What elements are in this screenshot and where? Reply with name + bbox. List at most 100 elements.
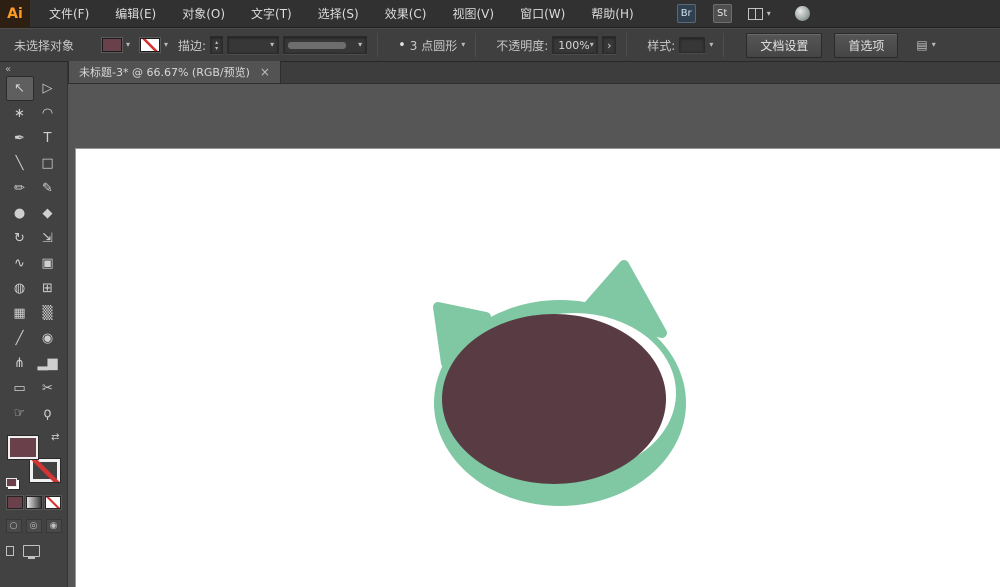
color-button[interactable] xyxy=(6,496,23,509)
draw-inside-button[interactable]: ◉ xyxy=(45,519,62,533)
style-swatch-dropdown[interactable] xyxy=(679,37,706,53)
drawing-modes-row: ○ ◎ ◉ xyxy=(0,519,67,533)
draw-normal-button[interactable]: ○ xyxy=(5,519,22,533)
chevron-right-icon: › xyxy=(607,38,612,52)
chevron-down-icon: ▾ xyxy=(126,40,131,49)
none-slash-icon xyxy=(29,459,60,482)
arrange-documents-button[interactable]: ▾ xyxy=(747,7,771,20)
menubar: Ai 文件(F) 编辑(E) 对象(O) 文字(T) 选择(S) 效果(C) 视图(V) 窗口… xyxy=(0,0,1000,28)
stepper-up-icon[interactable]: ▴ xyxy=(215,39,218,45)
eyedropper-tool[interactable]: ╱ xyxy=(6,326,34,351)
scale-tool[interactable]: ⇲ xyxy=(34,226,62,251)
blend-tool[interactable]: ◉ xyxy=(34,326,62,351)
none-button[interactable] xyxy=(44,496,61,509)
slice-tool[interactable]: ✂ xyxy=(34,376,62,401)
canvas[interactable] xyxy=(68,84,1000,587)
app-swirl-icon[interactable] xyxy=(794,6,810,21)
chevron-down-icon: ▾ xyxy=(270,40,275,49)
stroke-color-dropdown[interactable]: ▾ xyxy=(140,38,168,52)
artboard[interactable] xyxy=(75,148,1000,587)
perspective-grid-tool[interactable]: ⊞ xyxy=(34,276,62,301)
stepper-down-icon[interactable]: ▾ xyxy=(215,45,218,51)
eraser-tool[interactable]: ◆ xyxy=(34,201,62,226)
fill-swatch[interactable] xyxy=(7,436,38,459)
gradient-tool[interactable]: ▒ xyxy=(34,301,62,326)
menu-item-window[interactable]: 窗口(W) xyxy=(507,0,578,28)
pen-tool[interactable]: ✒ xyxy=(6,126,34,151)
grid-icon xyxy=(747,7,763,20)
menu-item-edit[interactable]: 编辑(E) xyxy=(102,0,169,28)
stroke-weight-combo[interactable]: ▾ xyxy=(227,36,280,54)
rectangle-tool[interactable]: □ xyxy=(34,151,62,176)
blob-brush-tool[interactable]: ● xyxy=(6,201,34,226)
rotate-tool[interactable]: ↻ xyxy=(6,226,34,251)
free-transform-tool[interactable]: ▣ xyxy=(34,251,62,276)
fill-color-dropdown[interactable]: ▾ xyxy=(102,38,130,52)
control-bar: 未选择对象 ▾ ▾ 描边: ▴ ▾ ▾ ▾ • 3 点圆形 ▾ 不透明度: 10… xyxy=(0,28,1000,62)
stroke-swatch[interactable] xyxy=(29,459,60,482)
menu-item-effect[interactable]: 效果(C) xyxy=(372,0,440,28)
document-icon xyxy=(6,546,14,556)
main-area: « ↖ ▷ ∗ ◠ ✒ T ╲ □ ✏ ✎ ● ◆ ↻ ⇲ ∿ ▣ ◍ ⊞ ▦ ▒ ╱ ◉ ⋔ ▂▆ ▭ ✂ ☞ ϙ ⇄ ○ ◎ ◉ 未标… xyxy=(0,61,1000,587)
fill-color-swatch[interactable] xyxy=(102,38,123,52)
magic-wand-tool[interactable]: ∗ xyxy=(6,101,34,126)
cat-head-artwork[interactable] xyxy=(432,253,692,508)
app-logo: Ai xyxy=(0,0,30,28)
menu-item-help[interactable]: 帮助(H) xyxy=(578,0,646,28)
document-setup-button[interactable]: 文档设置 xyxy=(746,32,823,58)
paintbrush-tool[interactable]: ✏ xyxy=(6,176,34,201)
document-tab-title: 未标题-3* @ 66.67% (RGB/预览) xyxy=(79,66,250,79)
opacity-input[interactable]: 100% ▾ xyxy=(552,36,599,54)
lasso-tool[interactable]: ◠ xyxy=(34,101,62,126)
column-graph-tool[interactable]: ▂▆ xyxy=(34,351,62,376)
opacity-value: 100% xyxy=(558,38,590,52)
screen-mode-button[interactable] xyxy=(23,545,40,559)
menu-item-view[interactable]: 视图(V) xyxy=(439,0,507,28)
opacity-panel-button[interactable]: › xyxy=(602,36,617,54)
menu-item-file[interactable]: 文件(F) xyxy=(36,0,102,28)
artboard-tool[interactable]: ▭ xyxy=(6,376,34,401)
preferences-button[interactable]: 首选项 xyxy=(834,32,899,58)
stroke-weight-group: 描边: ▴ ▾ ▾ ▾ xyxy=(178,36,368,54)
hand-tool[interactable]: ☞ xyxy=(6,401,34,426)
brush-definition-dropdown[interactable]: • 3 点圆形 ▾ xyxy=(398,37,465,54)
width-tool[interactable]: ∿ xyxy=(6,251,34,276)
selection-tool[interactable]: ↖ xyxy=(5,76,34,101)
tools-panel: « ↖ ▷ ∗ ◠ ✒ T ╲ □ ✏ ✎ ● ◆ ↻ ⇲ ∿ ▣ ◍ ⊞ ▦ ▒ ╱ ◉ ⋔ ▂▆ ▭ ✂ ☞ ϙ ⇄ ○ ◎ ◉ xyxy=(0,62,68,587)
gradient-button[interactable] xyxy=(25,496,42,509)
close-icon[interactable]: × xyxy=(260,65,270,79)
swap-fill-stroke-icon[interactable]: ⇄ xyxy=(51,432,59,443)
tab-bar: 未标题-3* @ 66.67% (RGB/预览) × xyxy=(68,61,1000,84)
chevron-down-icon: ▾ xyxy=(931,40,936,49)
draw-behind-button[interactable]: ◎ xyxy=(25,519,42,533)
panel-dock-button[interactable]: ▤ ▾ xyxy=(916,38,935,52)
mesh-tool[interactable]: ▦ xyxy=(6,301,34,326)
stroke-none-swatch[interactable] xyxy=(140,38,161,52)
opacity-label: 不透明度: xyxy=(496,38,549,53)
bridge-badge[interactable]: Br xyxy=(676,4,696,23)
maroon-ellipse[interactable] xyxy=(442,314,666,484)
stroke-weight-stepper[interactable]: ▴ ▾ xyxy=(210,36,224,54)
style-label: 样式: xyxy=(647,38,676,53)
collapse-panel-icon[interactable]: « xyxy=(5,64,11,75)
pencil-tool[interactable]: ✎ xyxy=(34,176,62,201)
fill-stroke-cluster: ⇄ xyxy=(5,432,62,487)
chevron-down-icon: ▾ xyxy=(164,40,169,49)
type-tool[interactable]: T xyxy=(34,126,62,151)
menu-item-object[interactable]: 对象(O) xyxy=(169,0,238,28)
default-fill-stroke-icon[interactable] xyxy=(5,478,17,487)
document-tab[interactable]: 未标题-3* @ 66.67% (RGB/预览) × xyxy=(68,61,281,83)
document-area: 未标题-3* @ 66.67% (RGB/预览) × xyxy=(68,61,1000,587)
menu-item-type[interactable]: 文字(T) xyxy=(238,0,305,28)
line-tool[interactable]: ╲ xyxy=(6,151,34,176)
shape-builder-tool[interactable]: ◍ xyxy=(6,276,34,301)
stroke-label: 描边: xyxy=(178,38,207,53)
width-profile-dropdown[interactable]: ▾ xyxy=(283,36,368,54)
menu-item-select[interactable]: 选择(S) xyxy=(305,0,372,28)
divider xyxy=(475,33,477,57)
zoom-tool[interactable]: ϙ xyxy=(34,401,62,426)
symbol-sprayer-tool[interactable]: ⋔ xyxy=(6,351,34,376)
direct-selection-tool[interactable]: ▷ xyxy=(34,76,62,101)
stock-badge[interactable]: St xyxy=(712,4,732,23)
style-group: 样式: ▾ xyxy=(647,37,713,54)
